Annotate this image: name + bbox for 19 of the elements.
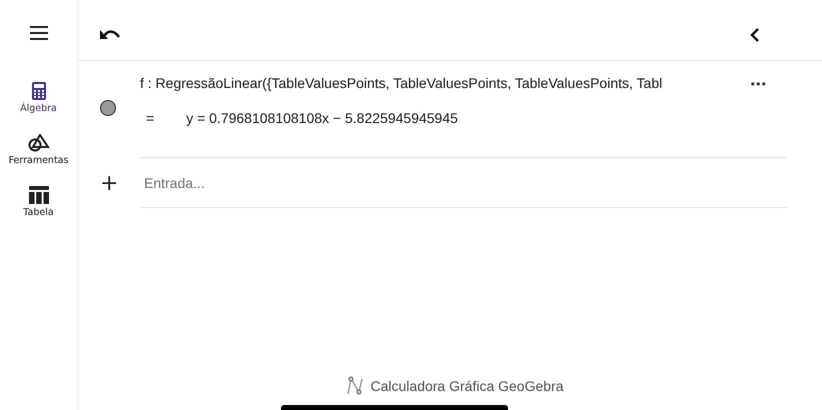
formula-definition[interactable]: f : RegressãoLinear({TableValuesPoints, TableValuesPoints, TableValuesPoints, Tabl — [140, 75, 750, 91]
undo-button[interactable] — [100, 28, 120, 40]
shapes-icon — [28, 134, 50, 152]
more-button[interactable]: ••• — [750, 75, 766, 93]
menu-icon — [30, 26, 48, 40]
collapse-button[interactable] — [750, 28, 760, 42]
formula-result: y = 0.7968108108108x − 5.8225945945945 — [186, 110, 458, 126]
equals-sign: = — [146, 110, 154, 126]
undo-icon — [100, 28, 120, 40]
sidebar-tab[interactable]: Álgebra — [0, 82, 76, 114]
table-icon — [28, 186, 48, 204]
calculator-icon — [32, 82, 46, 100]
add-icon[interactable]: + — [100, 170, 140, 196]
sidebar-tab[interactable]: Ferramentas — [0, 134, 76, 166]
graph-logo-icon — [344, 376, 364, 396]
app-title: Calculadora Gráfica GeoGebra — [370, 378, 564, 394]
visibility-toggle[interactable] — [100, 100, 116, 116]
chevron-icon — [750, 28, 760, 42]
sidebar-tab[interactable]: Tabela — [0, 186, 76, 218]
